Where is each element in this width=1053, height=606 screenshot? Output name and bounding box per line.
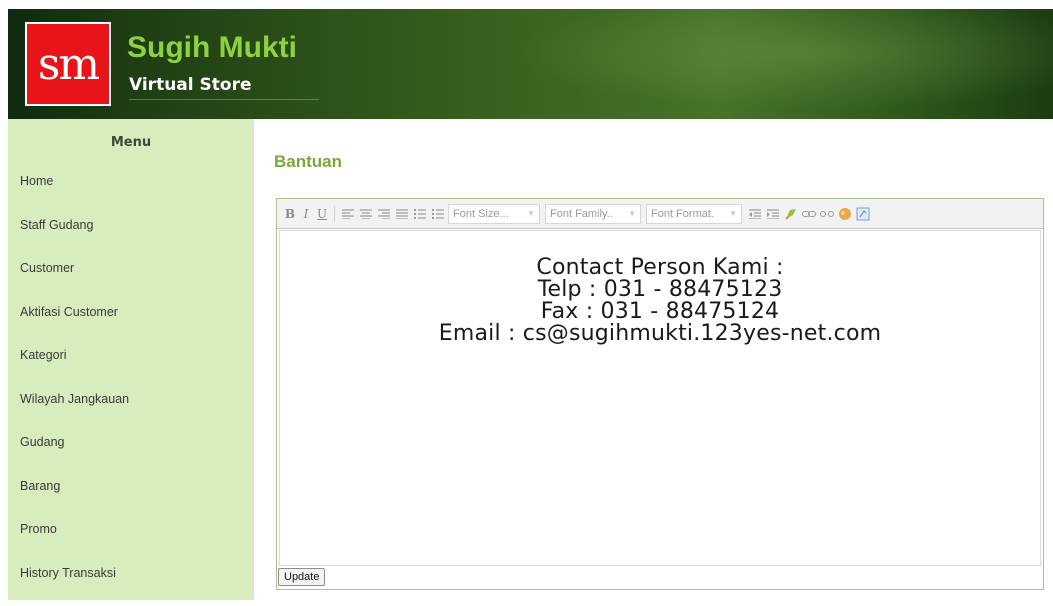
link-icon[interactable] <box>801 206 817 222</box>
sidebar-item-gudang[interactable]: Gudang <box>8 432 254 476</box>
sidebar-item-kategori[interactable]: Kategori <box>8 345 254 389</box>
editor-line-email: Email : cs@sugihmukti.123yes-net.com <box>280 323 1040 345</box>
chevron-down-icon: ▼ <box>729 209 737 218</box>
font-family-select[interactable]: Font Family.. ▼ <box>545 204 641 224</box>
sidebar-item-wilayah-jangkauan[interactable]: Wilayah Jangkauan <box>8 389 254 433</box>
bullet-list-icon[interactable] <box>412 206 428 222</box>
sidebar: Menu Home Staff Gudang Customer Aktifasi… <box>8 119 254 600</box>
sidebar-item-barang[interactable]: Barang <box>8 476 254 520</box>
outdent-icon[interactable] <box>747 206 763 222</box>
font-format-select[interactable]: Font Format. ▼ <box>646 204 742 224</box>
align-center-icon[interactable] <box>358 206 374 222</box>
header-glow <box>453 9 1053 119</box>
sidebar-item-aktifasi-customer[interactable]: Aktifasi Customer <box>8 302 254 346</box>
rich-text-editor: B I U Font Size... ▼ <box>276 198 1044 590</box>
align-justify-icon[interactable] <box>394 206 410 222</box>
editor-line-telp: Telp : 031 - 88475123 <box>280 279 1040 301</box>
logo: sm <box>25 22 111 106</box>
underline-button[interactable]: U <box>315 206 329 222</box>
main-content: Bantuan B I U <box>262 130 1053 600</box>
page-title: Bantuan <box>274 152 342 172</box>
editor-line-fax: Fax : 031 - 88475124 <box>280 301 1040 323</box>
sidebar-item-promo[interactable]: Promo <box>8 519 254 563</box>
font-size-label: Font Size... <box>453 208 509 220</box>
update-button[interactable]: Update <box>278 568 325 586</box>
brand-divider <box>129 99 319 100</box>
sidebar-item-home[interactable]: Home <box>8 171 254 215</box>
editor-line-contact: Contact Person Kami : <box>280 257 1040 279</box>
sidebar-item-history-transaksi[interactable]: History Transaksi <box>8 563 254 606</box>
menu-list: Home Staff Gudang Customer Aktifasi Cust… <box>8 171 254 606</box>
html-source-icon[interactable] <box>855 206 871 222</box>
align-left-icon[interactable] <box>340 206 356 222</box>
italic-button[interactable]: I <box>299 206 313 222</box>
indent-icon[interactable] <box>765 206 781 222</box>
chevron-down-icon: ▼ <box>527 209 535 218</box>
sidebar-item-customer[interactable]: Customer <box>8 258 254 302</box>
brand-subtitle: Virtual Store <box>129 75 251 95</box>
font-format-label: Font Format. <box>651 208 714 220</box>
image-icon[interactable] <box>837 206 853 222</box>
chevron-down-icon: ▼ <box>628 209 636 218</box>
font-size-select[interactable]: Font Size... ▼ <box>448 204 540 224</box>
editor-content-area[interactable]: Contact Person Kami : Telp : 031 - 88475… <box>279 230 1041 566</box>
bold-button[interactable]: B <box>283 206 297 222</box>
numbered-list-icon[interactable] <box>430 206 446 222</box>
toolbar-separator <box>334 206 335 222</box>
align-right-icon[interactable] <box>376 206 392 222</box>
unlink-icon[interactable] <box>819 206 835 222</box>
site-header: sm Sugih Mukti Virtual Store <box>8 9 1053 119</box>
editor-toolbar: B I U Font Size... ▼ <box>277 199 1043 229</box>
font-family-label: Font Family.. <box>550 208 613 220</box>
cleanup-icon[interactable] <box>783 206 799 222</box>
brand-title: Sugih Mukti <box>127 31 297 65</box>
sidebar-item-staff-gudang[interactable]: Staff Gudang <box>8 215 254 259</box>
menu-title: Menu <box>8 135 254 150</box>
